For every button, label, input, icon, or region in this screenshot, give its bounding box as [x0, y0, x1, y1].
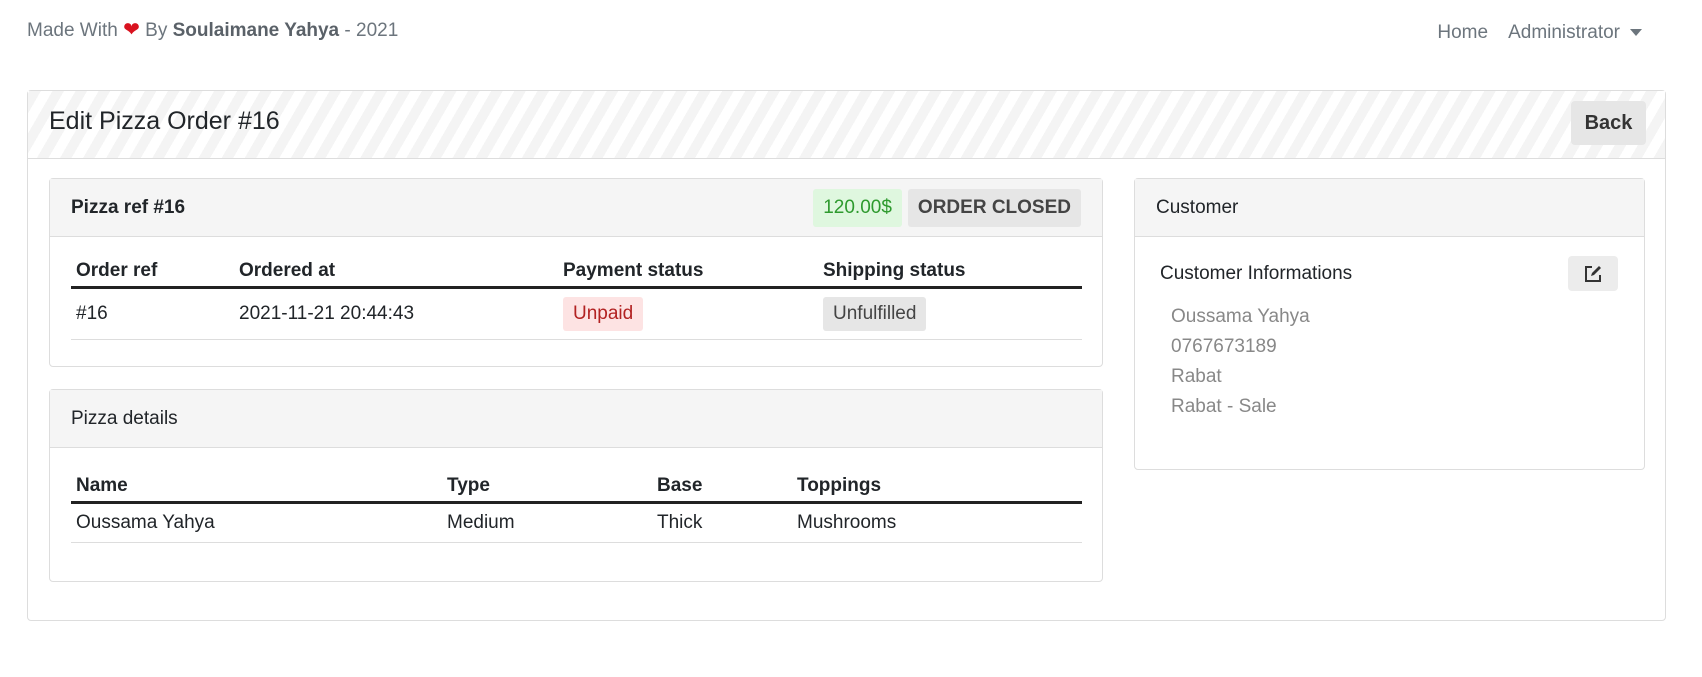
- back-button[interactable]: Back: [1571, 101, 1646, 145]
- order-status-badge: ORDER CLOSED: [907, 188, 1081, 227]
- pizza-details-header: Pizza details: [50, 390, 1102, 448]
- col-ordered-at: Ordered at: [234, 254, 558, 289]
- customer-phone: 0767673189: [1171, 336, 1277, 357]
- col-payment-status: Payment status: [558, 254, 818, 289]
- col-base: Base: [652, 469, 792, 504]
- pizza-details-card: Pizza details Name Type Base Toppings Oussa…: [49, 389, 1103, 582]
- col-shipping-status: Shipping status: [818, 254, 1082, 289]
- credit-year: - 2021: [344, 20, 399, 41]
- credit-by: By: [145, 20, 168, 41]
- order-table: Order ref Ordered at Payment status Shippin…: [71, 254, 1082, 340]
- footer-credit: Made With ❤ By Soulaimane Yahya - 2021: [27, 17, 398, 42]
- credit-author: Soulaimane Yahya: [172, 20, 340, 41]
- shipping-status-badge: Unfulfilled: [823, 297, 927, 331]
- col-type: Type: [442, 469, 652, 504]
- customer-card-header: Customer: [1135, 179, 1644, 237]
- customer-address: Rabat - Sale: [1171, 396, 1277, 417]
- cell-base: Thick: [652, 502, 792, 543]
- page-title: Edit Pizza Order #16: [49, 107, 280, 135]
- cell-type: Medium: [442, 502, 652, 543]
- price-badge: 120.00$: [813, 188, 902, 227]
- credit-prefix: Made With: [27, 20, 118, 41]
- nav-administrator-dropdown[interactable]: Administrator: [1508, 22, 1642, 44]
- table-row: Oussama Yahya Medium Thick Mushrooms: [71, 502, 1082, 543]
- heart-icon: ❤: [123, 19, 140, 41]
- customer-info-title: Customer Informations: [1160, 263, 1353, 284]
- order-card: Pizza ref #16 120.00$ ORDER CLOSED Order…: [49, 178, 1103, 367]
- admin-label: Administrator: [1508, 22, 1620, 43]
- cell-toppings: Mushrooms: [792, 502, 1082, 543]
- customer-name: Oussama Yahya: [1171, 306, 1310, 327]
- customer-info: Oussama Yahya 0767673189 Rabat Rabat - S…: [1171, 302, 1310, 422]
- customer-city: Rabat: [1171, 366, 1222, 387]
- edit-icon: [1585, 265, 1601, 282]
- customer-card: Customer Customer Informations Oussama Y…: [1134, 178, 1645, 470]
- cell-order-ref: #16: [71, 287, 234, 340]
- cell-ordered-at: 2021-11-21 20:44:43: [234, 287, 558, 340]
- nav-home[interactable]: Home: [1437, 22, 1488, 44]
- order-card-title: Pizza ref #16: [71, 196, 186, 218]
- col-toppings: Toppings: [792, 469, 1082, 504]
- caret-down-icon: [1630, 29, 1642, 37]
- edit-customer-button[interactable]: [1568, 256, 1618, 291]
- order-card-header: Pizza ref #16 120.00$ ORDER CLOSED: [50, 179, 1102, 237]
- col-order-ref: Order ref: [71, 254, 234, 289]
- payment-status-badge: Unpaid: [563, 297, 644, 331]
- edit-order-panel: Edit Pizza Order #16 Back Pizza ref #16 …: [27, 90, 1666, 621]
- panel-header: Edit Pizza Order #16 Back: [28, 91, 1665, 159]
- table-row: #16 2021-11-21 20:44:43 Unpaid Unfulfill…: [71, 287, 1082, 340]
- pizza-details-table: Name Type Base Toppings Oussama Yahya Mediu…: [71, 469, 1082, 543]
- cell-name: Oussama Yahya: [71, 502, 442, 543]
- navbar: Home Administrator: [1437, 22, 1642, 44]
- col-name: Name: [71, 469, 442, 504]
